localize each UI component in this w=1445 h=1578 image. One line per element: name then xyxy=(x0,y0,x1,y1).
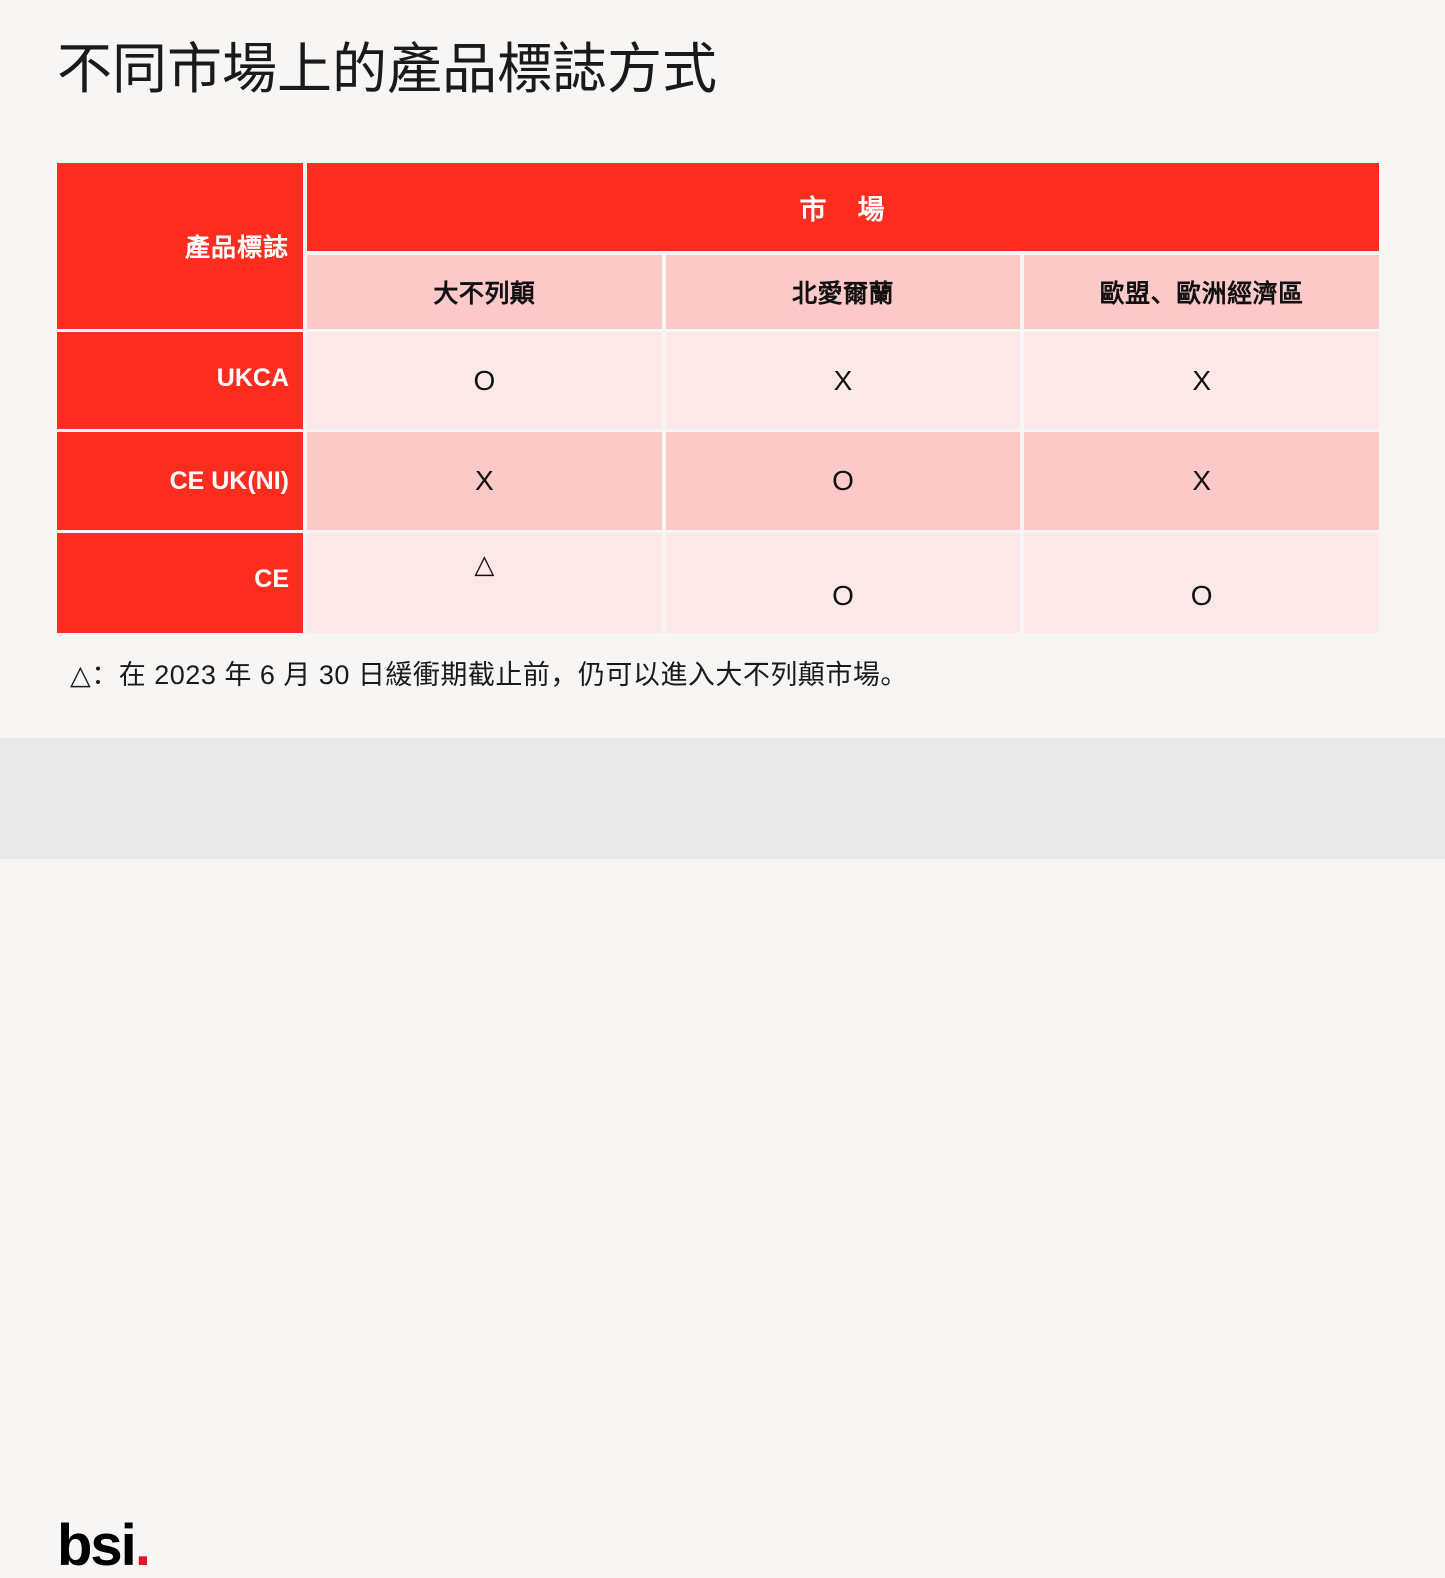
product-markings-table: 產品標誌 市 場 大不列顛 北愛爾蘭 歐盟、歐洲經濟區 UKCA O X X C… xyxy=(57,163,1380,633)
footer-band: bsi. xyxy=(0,738,1445,1575)
column-header-great-britain: 大不列顛 xyxy=(307,255,662,329)
market-group-header: 市 場 xyxy=(307,163,1379,251)
cell-ukca-northern-ireland: X xyxy=(665,332,1021,429)
row-label-ce-uk-ni: CE UK(NI) xyxy=(57,432,303,530)
cell-ce-northern-ireland: O xyxy=(665,533,1021,633)
table-corner-header-product-marking: 產品標誌 xyxy=(57,163,303,329)
column-header-eu-eea: 歐盟、歐洲經濟區 xyxy=(1024,255,1380,329)
bsi-logo: bsi. xyxy=(57,1517,151,1575)
cell-ce-uk-ni-northern-ireland: O xyxy=(665,432,1021,530)
table-row: CE UK(NI) X O X xyxy=(57,432,1380,530)
market-column-headers: 大不列顛 北愛爾蘭 歐盟、歐洲經濟區 xyxy=(307,255,1380,329)
market-header-group: 市 場 大不列顛 北愛爾蘭 歐盟、歐洲經濟區 xyxy=(307,163,1380,329)
cell-ce-great-britain: △ xyxy=(307,533,662,633)
bsi-logo-wordmark: bsi xyxy=(57,1513,137,1578)
row-label-ukca: UKCA xyxy=(57,332,303,429)
cell-ce-uk-ni-great-britain: X xyxy=(307,432,662,530)
footnote-text: △：在 2023 年 6 月 30 日緩衝期截止前，仍可以進入大不列顛市場。 xyxy=(70,660,908,690)
bsi-logo-dot: . xyxy=(134,1513,151,1578)
cell-ce-uk-ni-eu-eea: X xyxy=(1024,432,1380,530)
table-row: UKCA O X X xyxy=(57,332,1380,429)
cell-ce-eu-eea: O xyxy=(1024,533,1380,633)
row-cells: O X X xyxy=(307,332,1380,429)
table-row: CE △ O O xyxy=(57,533,1380,633)
row-cells: △ O O xyxy=(307,533,1380,633)
cell-ukca-eu-eea: X xyxy=(1024,332,1380,429)
slide-canvas: 不同市場上的產品標誌方式 產品標誌 市 場 大不列顛 北愛爾蘭 歐盟、歐洲經濟區… xyxy=(0,0,1445,1575)
table-header-band: 產品標誌 市 場 大不列顛 北愛爾蘭 歐盟、歐洲經濟區 xyxy=(57,163,1380,329)
column-header-northern-ireland: 北愛爾蘭 xyxy=(665,255,1021,329)
row-label-ce: CE xyxy=(57,533,303,633)
page-title: 不同市場上的產品標誌方式 xyxy=(57,38,718,100)
cell-ukca-great-britain: O xyxy=(307,332,662,429)
row-cells: X O X xyxy=(307,432,1380,530)
